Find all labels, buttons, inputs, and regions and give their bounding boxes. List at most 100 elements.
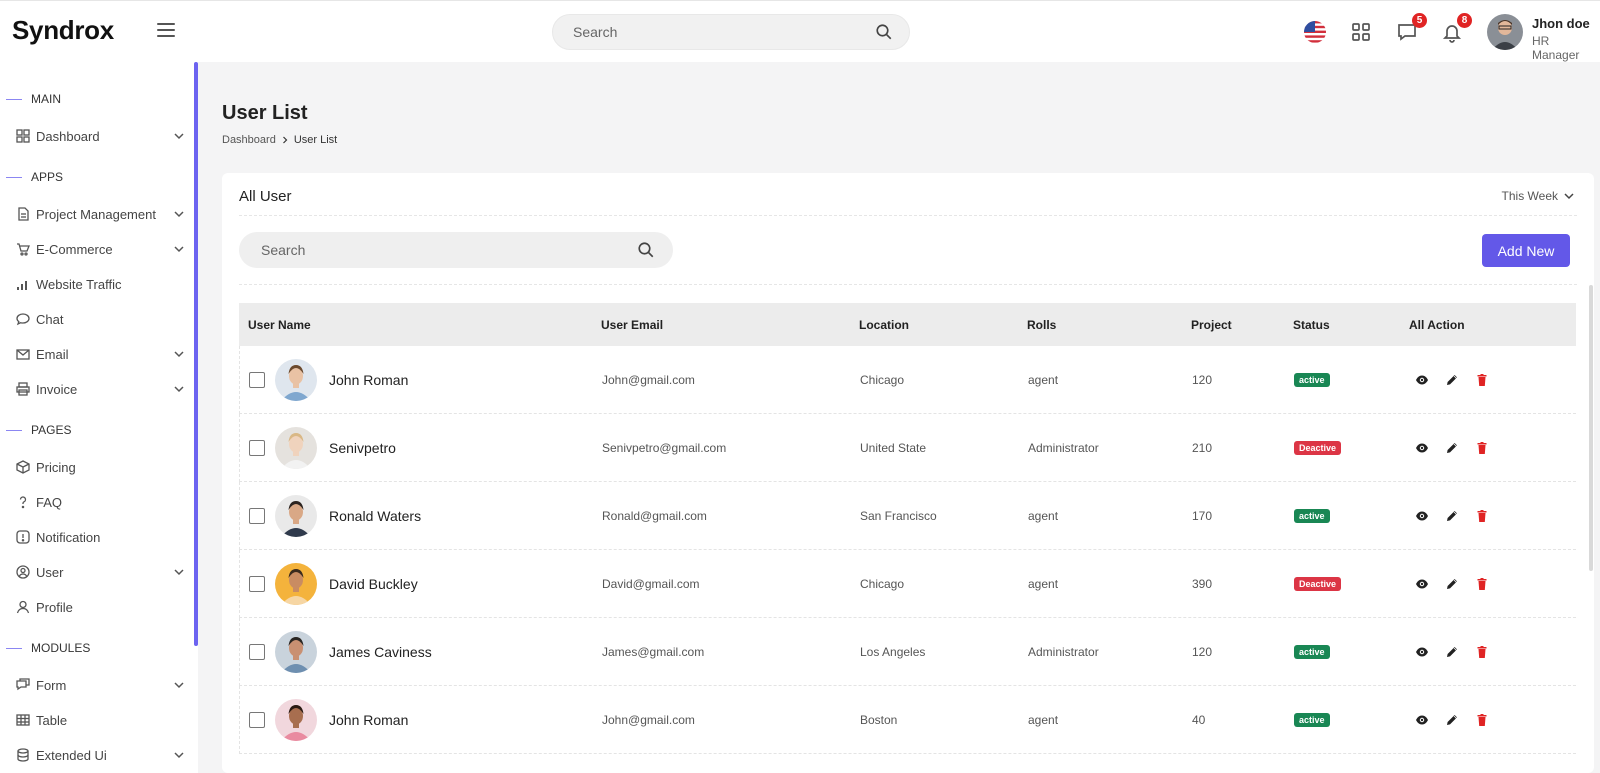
user-name[interactable]: David Buckley — [329, 576, 418, 592]
header-location[interactable]: Location — [859, 318, 1027, 332]
row-checkbox[interactable] — [249, 643, 265, 660]
header-email[interactable]: User Email — [601, 318, 859, 332]
header-status[interactable]: Status — [1293, 318, 1409, 332]
sidebar-item-label: Table — [36, 712, 68, 728]
period-filter-dropdown[interactable]: This Week — [1502, 189, 1574, 203]
sidebar-item-chat[interactable]: Chat — [16, 306, 186, 332]
sidebar-item-label: Email — [36, 346, 69, 362]
section-label: PAGES — [31, 423, 72, 437]
app-logo[interactable]: Syndrox — [12, 15, 114, 46]
trash-icon[interactable] — [1475, 577, 1489, 591]
pencil-icon[interactable] — [1445, 577, 1459, 591]
breadcrumb-link-dashboard[interactable]: Dashboard — [222, 134, 276, 146]
user-name[interactable]: Ronald Waters — [329, 508, 421, 524]
chevron-down-icon — [174, 682, 184, 689]
user-cell: James Caviness — [240, 630, 602, 673]
sidebar-item-extended-ui[interactable]: Extended Ui — [16, 742, 186, 768]
sidebar-item-faq[interactable]: FAQ — [16, 489, 186, 515]
trash-icon[interactable] — [1475, 713, 1489, 727]
sidebar-item-pricing[interactable]: Pricing — [16, 454, 186, 480]
user-role: agent — [1028, 508, 1059, 523]
trash-icon[interactable] — [1475, 509, 1489, 523]
sidebar-item-project-management[interactable]: Project Management — [16, 201, 186, 227]
sidebar-item-email[interactable]: Email — [16, 341, 186, 367]
pencil-icon[interactable] — [1445, 373, 1459, 387]
sidebar-item-table[interactable]: Table — [16, 707, 186, 733]
add-new-button[interactable]: Add New — [1482, 234, 1570, 267]
trash-icon[interactable] — [1475, 373, 1489, 387]
pencil-icon[interactable] — [1445, 713, 1459, 727]
chevron-right-icon — [282, 136, 288, 144]
user-name[interactable]: John Roman — [329, 372, 408, 388]
user-avatar[interactable] — [275, 562, 317, 605]
user-list-card: All User This Week Add New User Name Use… — [222, 173, 1594, 773]
eye-icon[interactable] — [1415, 373, 1429, 387]
pencil-icon[interactable] — [1445, 509, 1459, 523]
us-flag-icon[interactable] — [1304, 21, 1326, 43]
sidebar-item-user[interactable]: User — [16, 559, 186, 585]
database-icon — [16, 748, 30, 762]
row-checkbox[interactable] — [249, 371, 265, 388]
search-icon[interactable] — [637, 241, 655, 259]
eye-icon[interactable] — [1415, 441, 1429, 455]
sidebar-item-form[interactable]: Form — [16, 672, 186, 698]
sidebar-item-label: User — [36, 564, 64, 580]
pencil-icon[interactable] — [1445, 645, 1459, 659]
user-avatar[interactable] — [275, 426, 317, 469]
eye-icon[interactable] — [1415, 509, 1429, 523]
trash-icon[interactable] — [1475, 645, 1489, 659]
user-name[interactable]: James Caviness — [329, 644, 432, 660]
messages-icon[interactable]: 5 — [1396, 13, 1427, 43]
user-name[interactable]: John Roman — [329, 712, 408, 728]
sidebar-item-website-traffic[interactable]: Website Traffic — [16, 271, 186, 297]
card-divider — [239, 284, 1577, 285]
sidebar-item-dashboard[interactable]: Dashboard — [16, 123, 186, 149]
eye-icon[interactable] — [1415, 577, 1429, 591]
user-location: Chicago — [860, 576, 905, 591]
apps-grid-icon[interactable] — [1350, 21, 1372, 43]
row-checkbox[interactable] — [249, 507, 265, 524]
header-user-name[interactable]: User Name — [239, 318, 601, 332]
user-email: John@gmail.com — [602, 372, 695, 387]
row-checkbox[interactable] — [249, 575, 265, 592]
user-search-input[interactable] — [261, 232, 621, 268]
sidebar-item-invoice[interactable]: Invoice — [16, 376, 186, 402]
trash-icon[interactable] — [1475, 441, 1489, 455]
user-name[interactable]: Jhon doe — [1532, 16, 1590, 31]
eye-icon[interactable] — [1415, 645, 1429, 659]
menu-toggle-icon[interactable] — [157, 23, 175, 41]
user-search — [239, 232, 673, 268]
chevron-down-icon — [174, 211, 184, 218]
notifications-bell-icon[interactable]: 8 — [1441, 13, 1472, 43]
pencil-icon[interactable] — [1445, 441, 1459, 455]
global-search-input[interactable] — [573, 15, 853, 49]
user-avatar[interactable] — [1487, 14, 1523, 50]
row-checkbox[interactable] — [249, 711, 265, 728]
user-avatar[interactable] — [275, 358, 317, 401]
user-avatar[interactable] — [275, 494, 317, 537]
chevron-down-icon — [174, 246, 184, 253]
user-name[interactable]: Senivpetro — [329, 440, 396, 456]
search-icon[interactable] — [875, 23, 893, 41]
user-avatar[interactable] — [275, 630, 317, 673]
user-email: James@gmail.com — [602, 644, 705, 659]
header-rolls[interactable]: Rolls — [1027, 318, 1191, 332]
table-scrollbar[interactable] — [1589, 285, 1593, 571]
user-project: 170 — [1192, 508, 1213, 523]
user-avatar[interactable] — [275, 698, 317, 741]
notifications-badge: 8 — [1457, 13, 1472, 28]
cart-icon — [16, 242, 30, 256]
status-badge: active — [1294, 645, 1330, 659]
sidebar-item-notification[interactable]: Notification — [16, 524, 186, 550]
sidebar-item-profile[interactable]: Profile — [16, 594, 186, 620]
eye-icon[interactable] — [1415, 713, 1429, 727]
chevron-down-icon — [1564, 193, 1574, 200]
sidebar-item-label: Profile — [36, 599, 73, 615]
table-header: User Name User Email Location Rolls Proj… — [239, 303, 1576, 346]
action-cell — [1410, 509, 1560, 523]
row-checkbox[interactable] — [249, 439, 265, 456]
header-project[interactable]: Project — [1191, 318, 1293, 332]
sidebar-item-ecommerce[interactable]: E-Commerce — [16, 236, 186, 262]
sidebar-scrollbar[interactable] — [194, 62, 198, 646]
global-search — [552, 14, 910, 50]
